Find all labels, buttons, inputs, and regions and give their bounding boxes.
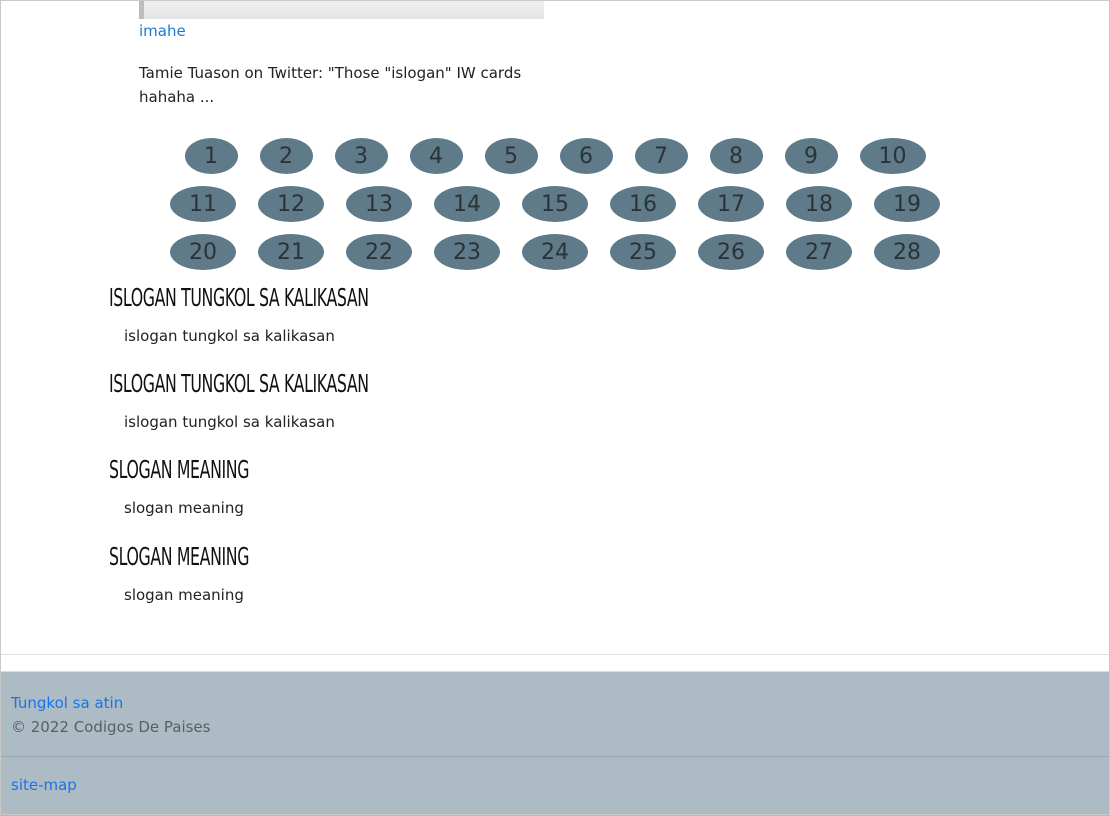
section-heading: slogan meaning — [109, 542, 250, 571]
pagination-row-3: 20 21 22 23 24 25 26 27 28 — [0, 234, 1110, 270]
page-button-23[interactable]: 23 — [434, 234, 500, 270]
page-button-1[interactable]: 1 — [184, 138, 238, 174]
page-button-16[interactable]: 16 — [610, 186, 676, 222]
page-button-9[interactable]: 9 — [784, 138, 838, 174]
section-heading: slogan meaning — [109, 455, 250, 484]
related-section-2: islogan tungkol sa kalikasan islogan tun… — [109, 369, 480, 432]
page-button-3[interactable]: 3 — [334, 138, 388, 174]
page-button-6[interactable]: 6 — [559, 138, 613, 174]
section-text: islogan tungkol sa kalikasan — [124, 413, 335, 431]
page-button-8[interactable]: 8 — [709, 138, 763, 174]
page-button-14[interactable]: 14 — [434, 186, 500, 222]
page-button-18[interactable]: 18 — [786, 186, 852, 222]
page-button-24[interactable]: 24 — [522, 234, 588, 270]
pagination-row-1: 1 2 3 4 5 6 7 8 9 10 — [0, 138, 1110, 174]
footer-divider — [0, 654, 1110, 655]
section-text: islogan tungkol sa kalikasan — [124, 327, 335, 345]
footer-rule — [0, 756, 1110, 757]
page-button-28[interactable]: 28 — [874, 234, 940, 270]
copyright-text: © 2022 Codigos De Paises — [11, 718, 211, 736]
sitemap-link[interactable]: site-map — [11, 776, 77, 794]
page-button-20[interactable]: 20 — [170, 234, 236, 270]
page-button-4[interactable]: 4 — [409, 138, 463, 174]
page-button-22[interactable]: 22 — [346, 234, 412, 270]
page-button-10[interactable]: 10 — [859, 138, 926, 174]
article-image[interactable] — [139, 0, 544, 19]
section-heading: islogan tungkol sa kalikasan — [109, 283, 369, 312]
page-button-2[interactable]: 2 — [259, 138, 313, 174]
related-section-3: slogan meaning slogan meaning — [109, 455, 309, 518]
page-button-26[interactable]: 26 — [698, 234, 764, 270]
section-heading: islogan tungkol sa kalikasan — [109, 369, 369, 398]
section-text: slogan meaning — [124, 586, 244, 604]
page-button-17[interactable]: 17 — [698, 186, 764, 222]
page-button-19[interactable]: 19 — [874, 186, 940, 222]
section-text: slogan meaning — [124, 499, 244, 517]
page-button-15[interactable]: 15 — [522, 186, 588, 222]
related-section-4: slogan meaning slogan meaning — [109, 542, 309, 605]
page-button-27[interactable]: 27 — [786, 234, 852, 270]
image-link[interactable]: imahe — [139, 22, 186, 40]
pagination-row-2: 11 12 13 14 15 16 17 18 19 — [0, 186, 1110, 222]
related-section-1: islogan tungkol sa kalikasan islogan tun… — [109, 283, 480, 346]
about-link[interactable]: Tungkol sa atin — [11, 694, 123, 712]
footer: Tungkol sa atin © 2022 Codigos De Paises… — [0, 671, 1110, 816]
page-button-11[interactable]: 11 — [170, 186, 236, 222]
page-button-5[interactable]: 5 — [484, 138, 538, 174]
page-button-7[interactable]: 7 — [634, 138, 688, 174]
image-caption: Tamie Tuason on Twitter: "Those "islogan… — [139, 64, 522, 106]
page-button-21[interactable]: 21 — [258, 234, 324, 270]
page-button-13[interactable]: 13 — [346, 186, 412, 222]
page-button-25[interactable]: 25 — [610, 234, 676, 270]
page-button-12[interactable]: 12 — [258, 186, 324, 222]
